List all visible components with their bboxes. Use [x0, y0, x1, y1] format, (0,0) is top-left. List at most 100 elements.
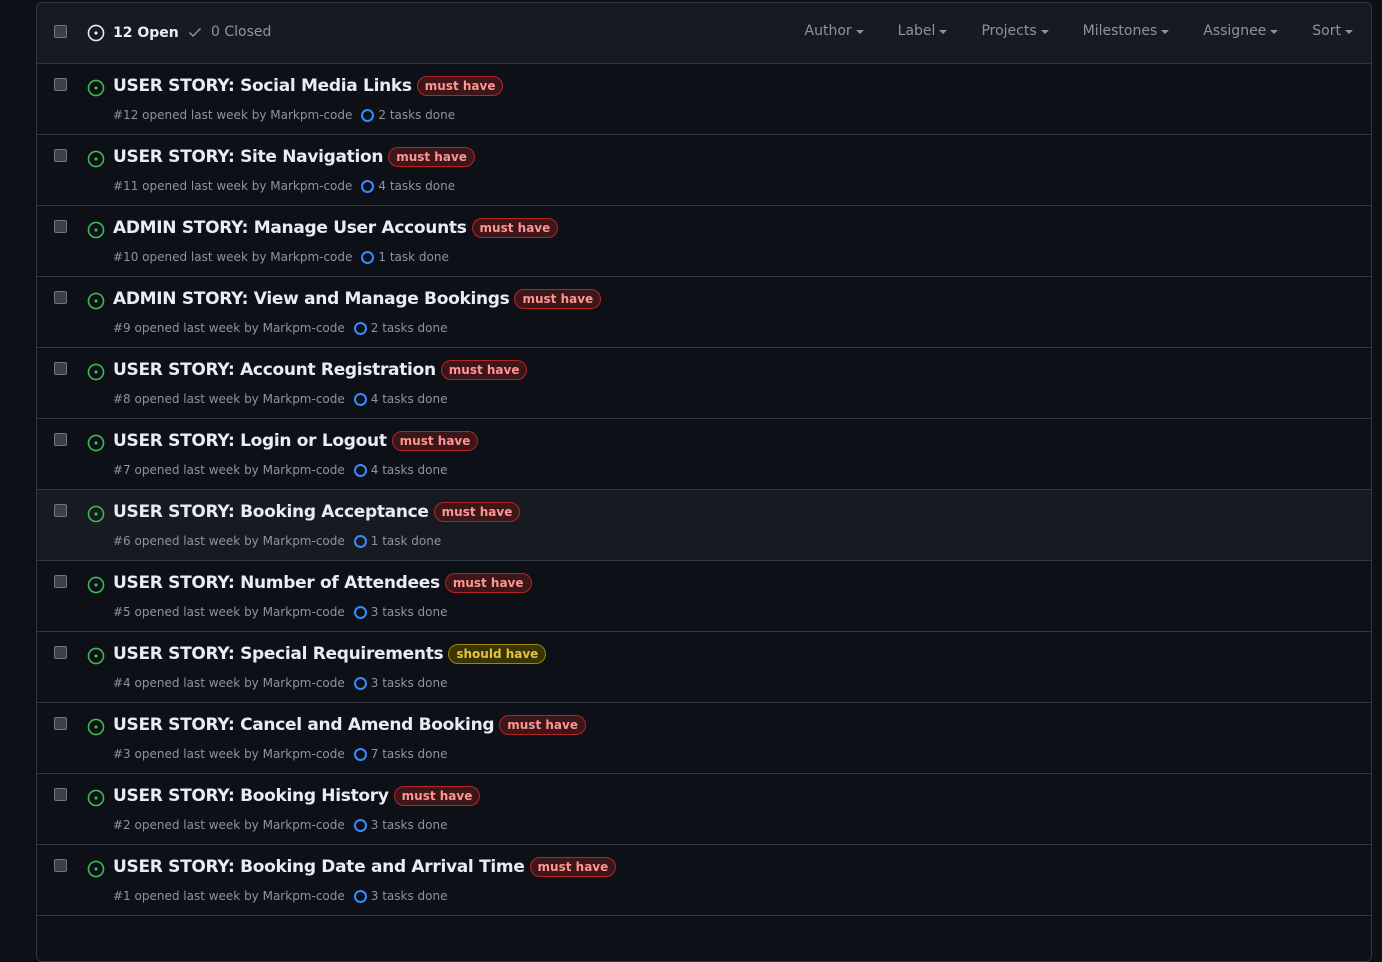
issue-title-link[interactable]: USER STORY: Account Registration — [113, 360, 436, 380]
issue-opened-icon — [87, 718, 105, 740]
issue-label[interactable]: must have — [529, 857, 617, 877]
issue-meta: #8 opened last week by Markpm-code 4 task… — [113, 392, 448, 406]
issue-title-link[interactable]: USER STORY: Site Navigation — [113, 147, 384, 167]
issue-title-link[interactable]: USER STORY: Booking History — [113, 786, 389, 806]
task-progress-label: 1 task done — [378, 250, 449, 264]
issue-title-line: USER STORY: Booking Date and Arrival Tim… — [113, 857, 617, 877]
filter-label[interactable]: Label — [898, 23, 948, 39]
issue-title-link[interactable]: USER STORY: Booking Acceptance — [113, 502, 429, 522]
caret-down-icon — [1345, 30, 1353, 34]
issue-checkbox[interactable] — [54, 362, 67, 375]
caret-down-icon — [939, 30, 948, 34]
issue-title-link[interactable]: ADMIN STORY: View and Manage Bookings — [113, 289, 510, 309]
issue-title-link[interactable]: USER STORY: Cancel and Amend Booking — [113, 715, 495, 735]
issue-title-link[interactable]: USER STORY: Social Media Links — [113, 76, 412, 96]
issue-title-line: USER STORY: Account Registration must hav… — [113, 360, 528, 380]
task-progress[interactable]: 1 task done — [353, 534, 442, 548]
task-progress-icon — [353, 534, 367, 548]
task-progress-icon — [353, 605, 367, 619]
filter-projects[interactable]: Projects — [981, 23, 1049, 39]
issue-label[interactable]: must have — [416, 76, 504, 96]
issue-title-line: USER STORY: Cancel and Amend Booking must… — [113, 715, 586, 735]
issue-opened-icon — [87, 292, 105, 314]
task-progress[interactable]: 3 tasks done — [353, 676, 448, 690]
issue-label[interactable]: must have — [440, 360, 528, 380]
issue-title-line: USER STORY: Site Navigation must have — [113, 147, 475, 167]
issue-title-line: USER STORY: Number of Attendees must have — [113, 573, 532, 593]
issue-checkbox[interactable] — [54, 433, 67, 446]
issue-label[interactable]: must have — [388, 147, 475, 167]
issue-label[interactable]: must have — [499, 715, 586, 735]
task-progress[interactable]: 1 task done — [361, 250, 449, 264]
task-progress[interactable]: 7 tasks done — [353, 747, 448, 761]
task-progress-label: 1 task done — [370, 534, 442, 548]
filter-milestones[interactable]: Milestones — [1083, 23, 1170, 39]
caret-down-icon — [1161, 30, 1170, 34]
closed-issues-tab[interactable]: 0 Closed — [187, 24, 271, 40]
issue-row: USER STORY: Login or Logout must have #7 o… — [37, 419, 1371, 490]
issue-row: USER STORY: Site Navigation must have #11 … — [37, 135, 1371, 206]
issue-row: USER STORY: Booking Acceptance must have #… — [37, 490, 1371, 561]
issue-label[interactable]: must have — [444, 573, 532, 593]
issue-row: USER STORY: Account Registration must hav… — [37, 348, 1371, 419]
filter-label: Projects — [981, 23, 1037, 39]
task-progress[interactable]: 3 tasks done — [353, 605, 448, 619]
issue-checkbox[interactable] — [54, 859, 67, 872]
closed-count-label: 0 Closed — [211, 24, 272, 40]
task-progress-label: 2 tasks done — [370, 321, 448, 335]
task-progress[interactable]: 4 tasks done — [361, 179, 455, 193]
filter-label: Label — [897, 23, 936, 39]
task-progress[interactable]: 4 tasks done — [353, 392, 448, 406]
issue-label[interactable]: must have — [514, 289, 602, 309]
issue-opened-info: #8 opened last week by Markpm-code — [113, 392, 345, 406]
task-progress[interactable]: 3 tasks done — [353, 818, 448, 832]
open-issues-tab[interactable]: 12 Open — [87, 24, 179, 42]
issue-title-line: USER STORY: Social Media Links must have — [113, 76, 504, 96]
issue-title-line: ADMIN STORY: Manage User Accounts must ha… — [113, 218, 559, 238]
issue-title-link[interactable]: USER STORY: Number of Attendees — [113, 573, 440, 593]
task-progress-label: 4 tasks done — [378, 179, 456, 193]
task-progress-icon — [353, 676, 367, 690]
issue-label[interactable]: must have — [391, 431, 479, 451]
issue-label[interactable]: must have — [393, 786, 481, 806]
task-progress-icon — [353, 392, 367, 406]
issue-meta: #3 opened last week by Markpm-code 7 task… — [113, 747, 448, 761]
filter-assignee[interactable]: Assignee — [1203, 23, 1279, 39]
issue-checkbox[interactable] — [54, 504, 67, 517]
issue-checkbox[interactable] — [54, 78, 67, 91]
issue-checkbox[interactable] — [54, 788, 67, 801]
issue-opened-info: #5 opened last week by Markpm-code — [113, 605, 345, 619]
issue-title-link[interactable]: USER STORY: Booking Date and Arrival Tim… — [113, 857, 525, 877]
task-progress-icon — [361, 108, 375, 122]
issue-opened-icon — [87, 789, 105, 811]
issue-checkbox[interactable] — [54, 220, 67, 233]
issue-opened-info: #3 opened last week by Markpm-code — [113, 747, 345, 761]
task-progress-icon — [353, 889, 367, 903]
task-progress[interactable]: 3 tasks done — [353, 889, 448, 903]
issue-title-link[interactable]: ADMIN STORY: Manage User Accounts — [113, 218, 467, 238]
filter-label: Sort — [1312, 23, 1341, 39]
issue-checkbox[interactable] — [54, 717, 67, 730]
task-progress[interactable]: 4 tasks done — [353, 463, 448, 477]
caret-down-icon — [1040, 30, 1049, 34]
issue-label[interactable]: must have — [471, 218, 559, 238]
issue-label[interactable]: should have — [448, 644, 547, 664]
issue-checkbox[interactable] — [54, 149, 67, 162]
task-progress[interactable]: 2 tasks done — [353, 321, 448, 335]
issue-opened-info: #2 opened last week by Markpm-code — [113, 818, 345, 832]
issue-row: USER STORY: Booking History must have #2 o… — [37, 774, 1371, 845]
issue-title-link[interactable]: USER STORY: Special Requirements — [113, 644, 444, 664]
filter-sort[interactable]: Sort — [1312, 23, 1353, 39]
issue-title-link[interactable]: USER STORY: Login or Logout — [113, 431, 387, 451]
issue-checkbox[interactable] — [54, 291, 67, 304]
task-progress-label: 4 tasks done — [370, 392, 448, 406]
select-all-checkbox[interactable] — [54, 25, 67, 38]
issue-label[interactable]: must have — [433, 502, 521, 522]
issue-checkbox[interactable] — [54, 575, 67, 588]
issue-meta: #7 opened last week by Markpm-code 4 task… — [113, 463, 448, 477]
filter-bar: Author Label Projects Milestones Assigne… — [771, 23, 1353, 39]
issue-opened-info: #11 opened last week by Markpm-code — [113, 179, 353, 193]
task-progress[interactable]: 2 tasks done — [361, 108, 455, 122]
issue-checkbox[interactable] — [54, 646, 67, 659]
filter-author[interactable]: Author — [805, 23, 864, 39]
